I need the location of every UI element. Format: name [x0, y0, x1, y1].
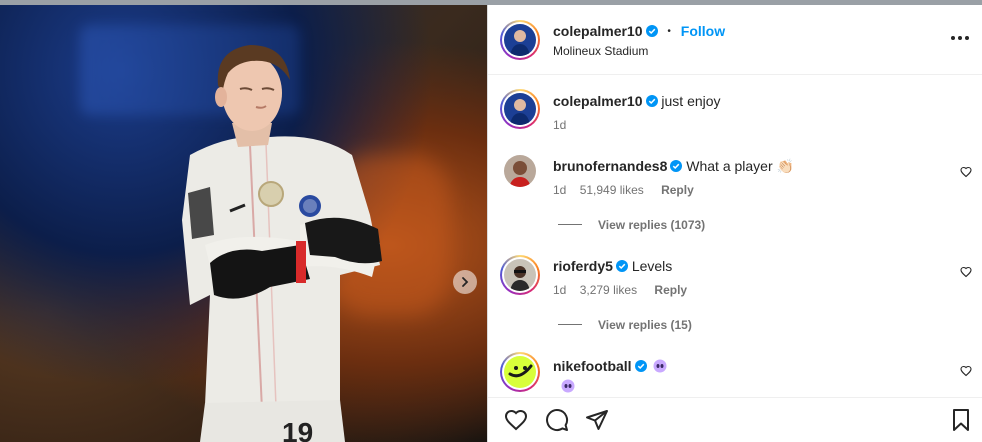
caption-line: colepalmer10 just enjoy — [553, 93, 721, 109]
comment-avatar-image — [504, 155, 536, 187]
header-user-line: colepalmer10 • Follow — [553, 23, 725, 39]
comment-text: What a player 👏🏻 — [686, 158, 794, 174]
reply-button[interactable]: Reply — [654, 283, 687, 297]
comment-avatar-image — [504, 259, 536, 291]
comment-likes[interactable]: 3,279 likes — [580, 283, 637, 297]
caption-username[interactable]: colepalmer10 — [553, 93, 643, 109]
post-header: colepalmer10 • Follow Molineux Stadium — [488, 5, 982, 75]
post-detail-panel: colepalmer10 • Follow Molineux Stadium c… — [487, 5, 982, 442]
verified-badge-icon — [645, 95, 658, 107]
comment-line: rioferdy5 Levels — [553, 258, 672, 274]
comment-time[interactable]: 1d — [553, 283, 566, 297]
comment-avatar-image — [504, 356, 536, 388]
alien-emoji-icon — [561, 379, 575, 393]
comment-likes[interactable]: 51,949 likes — [580, 183, 644, 197]
comment-meta: 1d 3,279 likes Reply — [553, 283, 687, 297]
comment-avatar-nikefootball[interactable] — [500, 352, 540, 392]
comment-like-heart-icon[interactable] — [960, 166, 972, 178]
comment-like-heart-icon[interactable] — [960, 266, 972, 278]
view-replies-button[interactable]: View replies (15) — [558, 318, 692, 332]
post-location[interactable]: Molineux Stadium — [553, 44, 648, 58]
author-username[interactable]: colepalmer10 — [553, 23, 643, 39]
bookmark-icon[interactable] — [949, 408, 973, 432]
comment-text: Levels — [631, 258, 673, 274]
comment-icon[interactable] — [545, 408, 569, 432]
caption-text: just enjoy — [661, 93, 721, 109]
more-horizontal-icon — [951, 36, 955, 40]
chevron-right-icon — [462, 277, 469, 287]
comment-time[interactable]: 1d — [553, 183, 566, 197]
author-avatar[interactable] — [500, 20, 540, 60]
post-photo[interactable]: 19 — [0, 5, 487, 442]
send-icon[interactable] — [585, 408, 609, 432]
svg-text:19: 19 — [282, 417, 313, 442]
comment-username[interactable]: rioferdy5 — [553, 258, 613, 274]
caption-time[interactable]: 1d — [553, 118, 566, 132]
comment-like-heart-icon[interactable] — [960, 365, 972, 377]
comment-avatar-rioferdy5[interactable] — [500, 255, 540, 295]
author-avatar-image — [504, 24, 536, 56]
reply-button[interactable]: Reply — [661, 183, 694, 197]
verified-badge-icon — [634, 360, 647, 372]
caption-avatar[interactable] — [500, 89, 540, 129]
follow-button[interactable]: Follow — [681, 23, 725, 39]
alien-emoji-icon — [653, 359, 667, 373]
comment-meta: 1d 51,949 likes Reply — [553, 183, 694, 197]
comment-avatar-brunofernandes8[interactable] — [504, 155, 536, 187]
next-photo-button[interactable] — [453, 270, 477, 294]
comment-username[interactable]: brunofernandes8 — [553, 158, 667, 174]
verified-badge-icon — [670, 160, 683, 172]
verified-badge-icon — [615, 260, 628, 272]
comment-username[interactable]: nikefootball — [553, 358, 632, 374]
verified-badge-icon — [645, 25, 658, 37]
more-options-button[interactable] — [949, 30, 971, 46]
heart-icon[interactable] — [504, 408, 528, 432]
caption-avatar-image — [504, 93, 536, 125]
header-separator: • — [667, 26, 671, 37]
player-illustration: 19 — [182, 45, 382, 442]
comment-line: nikefootball — [553, 358, 667, 374]
post-actions-bar — [488, 397, 982, 442]
view-replies-button[interactable]: View replies (1073) — [558, 218, 705, 232]
comment-line: brunofernandes8 What a player 👏🏻 — [553, 158, 794, 175]
